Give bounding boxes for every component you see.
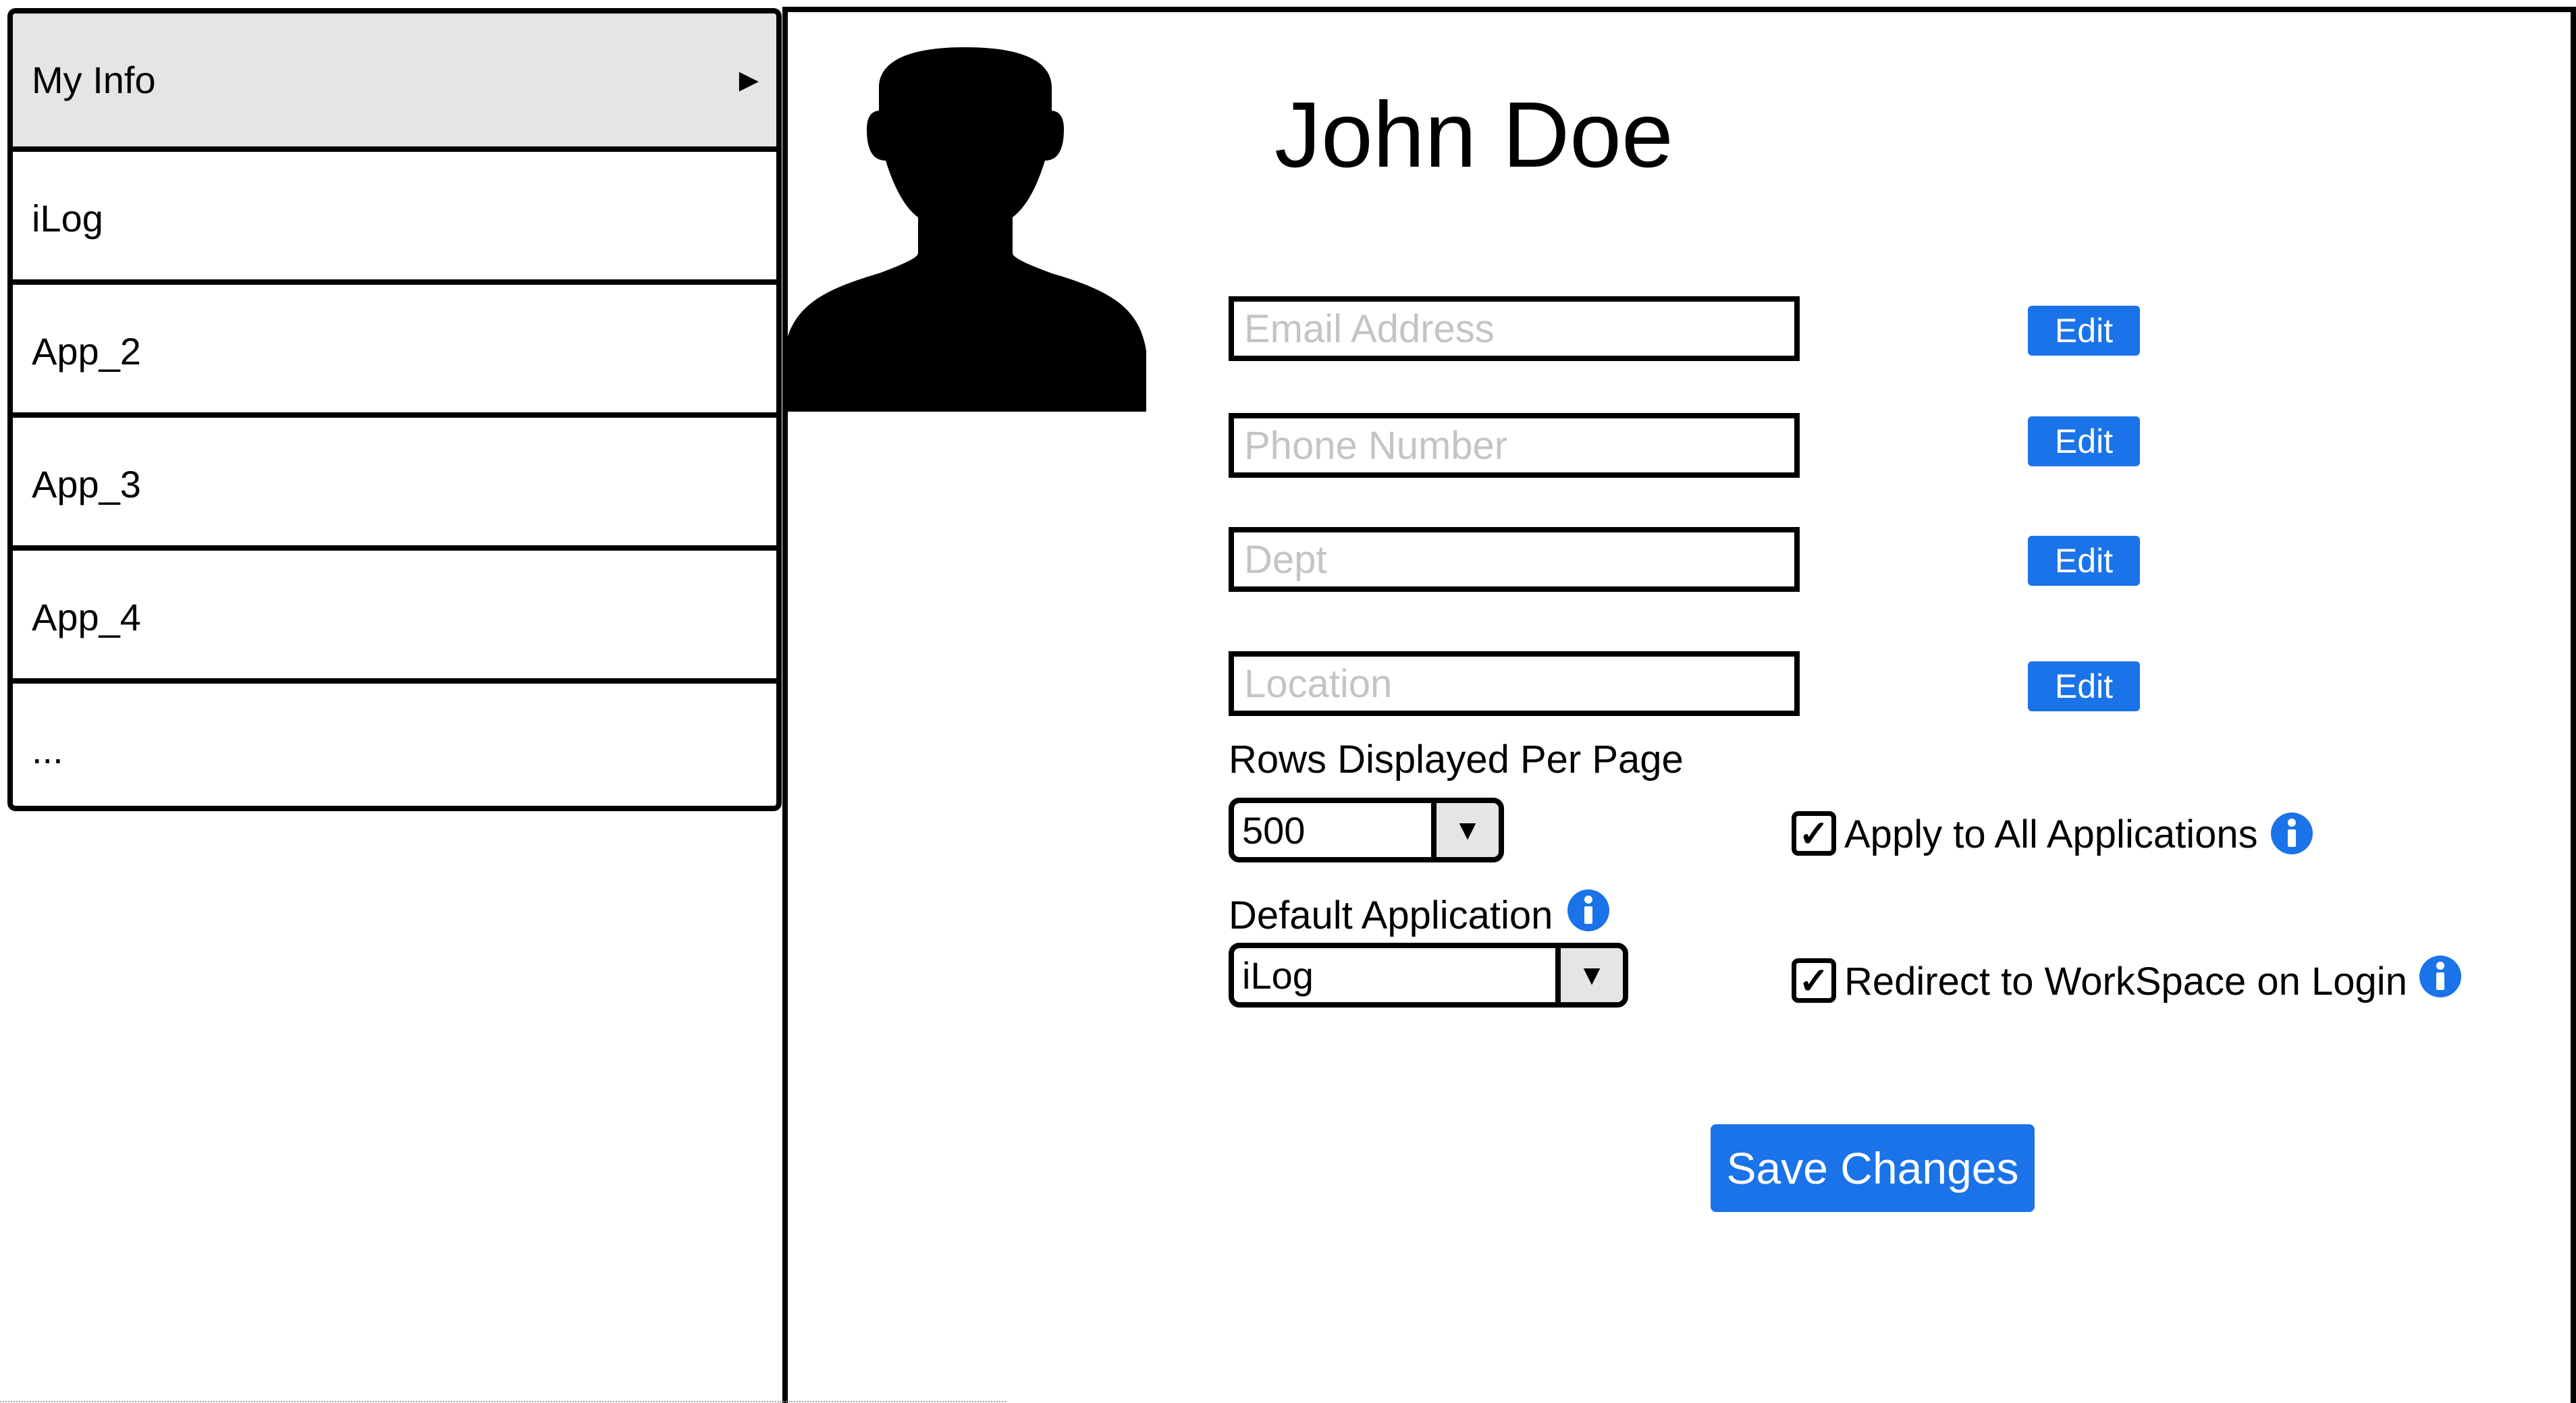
edit-phone-button[interactable]: Edit	[2028, 416, 2140, 466]
email-field[interactable]: Email Address	[1229, 296, 1800, 361]
divider	[13, 412, 776, 418]
chevron-down-icon[interactable]: ▼	[1555, 948, 1623, 1002]
apply-all-label: Apply to All Applications	[1844, 813, 2258, 856]
redirect-label: Redirect to WorkSpace on Login	[1844, 960, 2407, 1003]
chevron-down-icon[interactable]: ▼	[1431, 803, 1499, 857]
redirect-checkbox[interactable]: ✓	[1792, 958, 1836, 1003]
sidebar-item-label: App_3	[32, 463, 141, 505]
default-application-value: iLog	[1242, 954, 1314, 997]
edit-email-button[interactable]: Edit	[2028, 306, 2140, 356]
sidebar-item-label: App_4	[32, 596, 141, 638]
location-field[interactable]: Location	[1229, 651, 1800, 716]
sidebar-item-app-3[interactable]: App_3	[13, 418, 776, 551]
phone-field[interactable]: Phone Number	[1229, 413, 1800, 478]
divider	[13, 678, 776, 684]
sidebar-item-more[interactable]: ...	[13, 684, 776, 806]
sidebar-nav: My Info ▶ iLog App_2 App_3 App_4 ...	[7, 8, 782, 811]
dept-field[interactable]: Dept	[1229, 527, 1800, 592]
rows-per-page-label: Rows Displayed Per Page	[1229, 738, 1684, 781]
user-name-heading: John Doe	[1274, 83, 1673, 187]
play-arrow-icon: ▶	[739, 65, 759, 94]
default-application-select[interactable]: iLog ▼	[1229, 943, 1628, 1008]
sidebar-item-my-info[interactable]: My Info ▶	[13, 13, 776, 146]
sidebar-item-label: My Info	[32, 59, 156, 101]
divider	[13, 279, 776, 285]
edit-location-button[interactable]: Edit	[2028, 661, 2140, 711]
checkmark-icon: ✓	[1798, 960, 1829, 1001]
save-changes-button[interactable]: Save Changes	[1711, 1124, 2035, 1212]
sidebar-item-ilog[interactable]: iLog	[13, 152, 776, 285]
edit-dept-button[interactable]: Edit	[2028, 536, 2140, 586]
apply-all-checkbox[interactable]: ✓	[1792, 811, 1836, 856]
sidebar-item-app-2[interactable]: App_2	[13, 285, 776, 418]
checkmark-icon: ✓	[1798, 813, 1829, 854]
default-application-label: Default Application	[1229, 893, 1553, 937]
info-icon[interactable]	[1566, 888, 1611, 933]
sidebar-item-label: App_2	[32, 330, 141, 373]
sidebar-item-app-4[interactable]: App_4	[13, 551, 776, 684]
info-icon[interactable]	[2418, 954, 2463, 999]
divider	[13, 545, 776, 551]
rows-per-page-value: 500	[1242, 808, 1306, 852]
rows-per-page-select[interactable]: 500 ▼	[1229, 798, 1504, 862]
divider	[0, 1401, 1006, 1402]
divider	[13, 146, 776, 152]
sidebar-item-label: ...	[32, 729, 63, 771]
sidebar-item-label: iLog	[32, 197, 103, 240]
person-silhouette-icon	[784, 47, 1146, 412]
info-icon[interactable]	[2270, 811, 2314, 856]
